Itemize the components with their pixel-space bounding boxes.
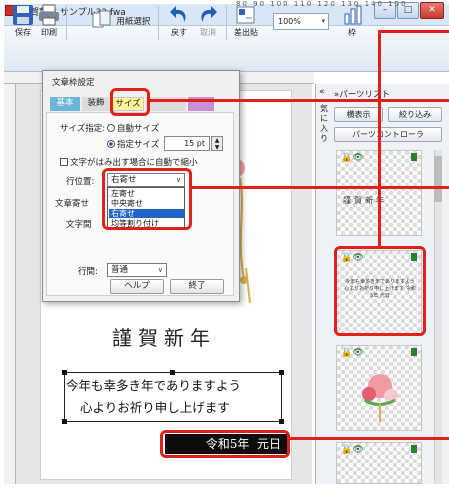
undo-arrow-icon <box>170 6 186 22</box>
insert-sender-label: 差出貼 <box>234 28 258 37</box>
paper-icon <box>92 10 111 28</box>
horizontal-view-button[interactable]: 横表示 <box>334 107 383 122</box>
part-item-flower[interactable]: 🔒👁 <box>336 345 422 431</box>
annotation-highlight-date <box>160 430 290 458</box>
insert-sender-button[interactable]: 差出貼 <box>233 4 259 38</box>
chevron-down-icon: ∨ <box>157 266 163 274</box>
vertical-ruler <box>4 84 16 484</box>
shrink-label: 文字がはみ出す場合に自動で縮小 <box>70 158 198 168</box>
auto-size-label: 自動サイズ <box>117 124 160 134</box>
printer-icon <box>39 4 59 26</box>
toolbar-separator <box>226 6 227 40</box>
collapse-panel-button[interactable]: « <box>319 87 325 97</box>
undo-label: 戻す <box>171 28 187 37</box>
print-label: 印刷 <box>41 28 57 37</box>
filter-button[interactable]: 絞り込み <box>388 107 442 122</box>
fixed-size-label: 指定サイズ <box>117 140 160 150</box>
favorites-tab[interactable]: 気に入り <box>317 104 331 164</box>
line-spacing-value: 普通 <box>111 265 129 275</box>
frame-button[interactable]: 枠 <box>339 4 365 38</box>
trash-icon[interactable] <box>411 348 417 356</box>
annotation-line <box>290 437 449 440</box>
annotation-highlight-size-tab <box>110 88 150 116</box>
frame-label: 枠 <box>348 28 356 37</box>
parts-controller-button[interactable]: パーツコントローラ <box>334 127 442 142</box>
save-label: 保存 <box>15 28 31 37</box>
char-spacing-label: 文字間 <box>66 220 92 230</box>
font-size-stepper[interactable]: ▲ ▼ <box>211 136 223 151</box>
toolbar-separator <box>158 6 159 40</box>
paper-select-button[interactable]: 用紙選択 <box>86 10 156 30</box>
part-item[interactable]: 🔒👁 <box>336 442 422 484</box>
annotation-line <box>150 99 449 102</box>
line-position-label: 行位置: <box>66 177 95 187</box>
text-align-label: 文章寄せ <box>55 199 90 209</box>
undo-button[interactable]: 戻す <box>166 4 192 38</box>
flower-bouquet-icon <box>362 374 398 422</box>
annotation-highlight-dropdown <box>102 168 192 230</box>
redo-button[interactable]: 取消 <box>195 4 221 38</box>
close-dialog-button[interactable]: 終了 <box>170 279 224 294</box>
line-spacing-select[interactable]: 普通 ∨ <box>107 263 167 277</box>
close-button[interactable]: ✕ <box>420 2 444 19</box>
ruler-numbers: 80 90 100 110 120 130 140 150 <box>236 0 408 8</box>
size-spec-label: サイズ指定: <box>60 124 106 134</box>
annotation-line <box>378 30 449 33</box>
tab-basic[interactable]: 基本 <box>50 97 80 111</box>
tab-decoration[interactable]: 装飾 <box>82 97 110 111</box>
toolbar-separator <box>66 6 67 40</box>
trash-icon[interactable] <box>411 153 417 161</box>
redo-label: 取消 <box>200 28 216 37</box>
lock-eye-icon[interactable]: 🔒👁 <box>341 348 364 358</box>
shrink-checkbox[interactable]: 文字がはみ出す場合に自動で縮小 <box>60 156 198 168</box>
help-button[interactable]: ヘルプ <box>110 279 164 294</box>
zoom-select[interactable]: 100% ▾ <box>273 13 329 30</box>
zoom-value: 100% <box>278 17 301 26</box>
checkbox-icon <box>60 158 68 166</box>
card-body-line-1[interactable]: 今年も幸多き年でありますよう <box>66 375 241 394</box>
card-title[interactable]: 謹賀新年 <box>112 322 216 351</box>
trash-icon[interactable] <box>411 445 417 453</box>
paper-select-label: 用紙選択 <box>116 16 151 27</box>
annotation-line <box>192 186 449 189</box>
lock-eye-icon[interactable]: 🔒👁 <box>341 153 364 163</box>
radio-selected-icon <box>107 140 115 148</box>
fixed-size-radio[interactable]: 指定サイズ <box>107 138 159 150</box>
print-button[interactable]: 印刷 <box>36 4 62 38</box>
annotation-highlight-part <box>334 246 426 336</box>
resize-handle[interactable] <box>279 370 284 375</box>
redo-arrow-icon <box>201 6 217 22</box>
chevron-down-icon: ▾ <box>321 17 325 25</box>
resize-handle[interactable] <box>62 419 67 424</box>
dialog-title: 文章枠設定 <box>52 78 95 88</box>
save-button[interactable]: 保存 <box>10 4 36 38</box>
annotation-line <box>378 30 381 246</box>
scrollbar-thumb[interactable] <box>434 156 442 202</box>
font-size-input[interactable]: 15 pt <box>164 136 210 151</box>
card-body-line-2[interactable]: 心よりお祈り申し上げます <box>80 397 230 416</box>
line-spacing-label: 行間: <box>78 267 98 277</box>
lock-eye-icon[interactable]: 🔒👁 <box>341 445 364 455</box>
radio-icon <box>107 124 115 132</box>
auto-size-radio[interactable]: 自動サイズ <box>107 122 159 134</box>
floppy-icon <box>13 5 33 25</box>
resize-handle[interactable] <box>279 419 284 424</box>
